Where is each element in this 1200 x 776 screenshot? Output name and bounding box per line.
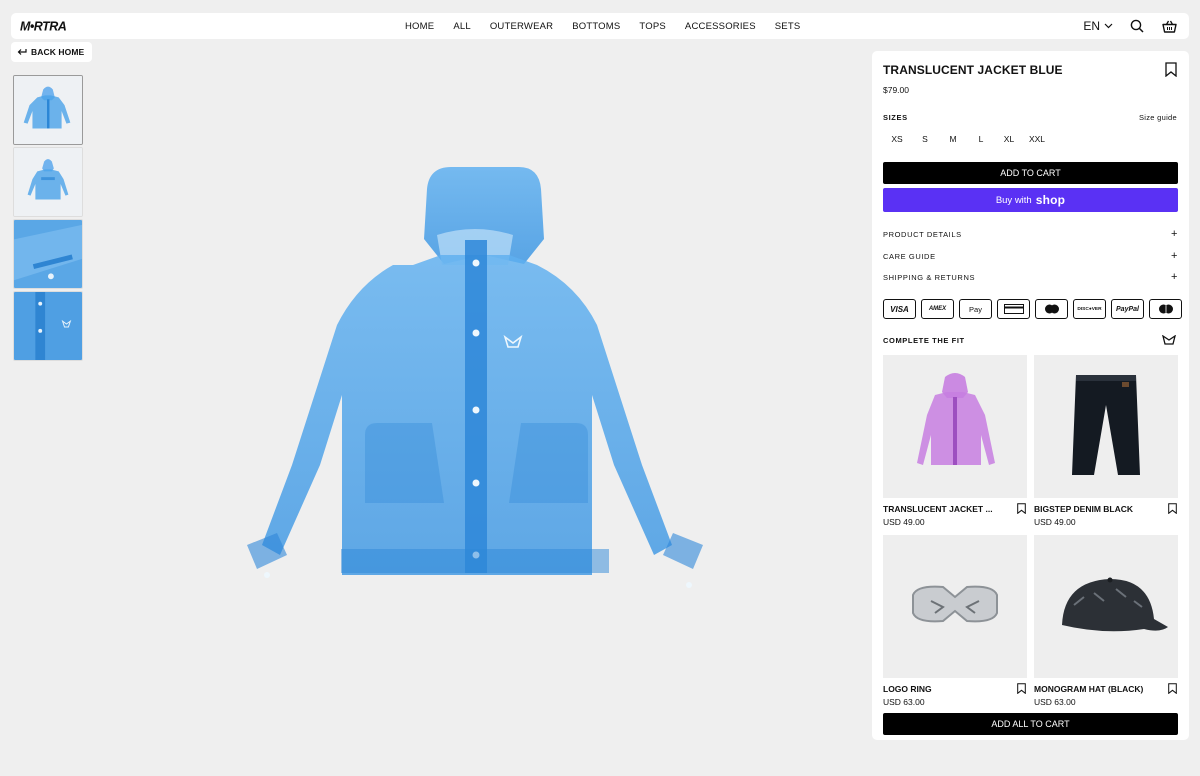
thumbnail-back[interactable] bbox=[13, 147, 83, 217]
fit-item-price: USD 63.00 bbox=[1034, 697, 1076, 707]
nav-accessories[interactable]: ACCESSORIES bbox=[685, 21, 756, 32]
plus-icon: + bbox=[1170, 250, 1178, 262]
plus-icon: + bbox=[1170, 271, 1178, 283]
thumbnail-gallery bbox=[13, 75, 83, 361]
fit-item-name: TRANSLUCENT JACKET ... bbox=[883, 504, 993, 514]
visa-icon: VISA bbox=[883, 299, 916, 319]
bookmark-icon[interactable] bbox=[1165, 62, 1177, 77]
mastercard-icon bbox=[1035, 299, 1068, 319]
fit-item-image bbox=[1034, 355, 1178, 498]
accordion-shipping-returns[interactable]: SHIPPING & RETURNS + bbox=[883, 270, 1178, 284]
accordion-product-details[interactable]: PRODUCT DETAILS + bbox=[883, 227, 1178, 241]
size-guide-link[interactable]: Size guide bbox=[1139, 113, 1177, 122]
buy-with-label: Buy with bbox=[995, 194, 1032, 206]
language-label: EN bbox=[1083, 19, 1100, 33]
accordion-care-guide[interactable]: CARE GUIDE + bbox=[883, 249, 1178, 263]
back-home-button[interactable]: BACK HOME bbox=[11, 42, 93, 62]
language-selector[interactable]: EN bbox=[1083, 19, 1113, 33]
fit-item-name: MONOGRAM HAT (BLACK) bbox=[1034, 684, 1144, 694]
fit-item-card[interactable]: BIGSTEP DENIM BLACK USD 49.00 bbox=[1034, 355, 1178, 527]
size-option-xs[interactable]: XS bbox=[883, 131, 911, 147]
maestro-icon bbox=[1149, 299, 1182, 319]
fit-item-image bbox=[883, 355, 1027, 498]
nav-sets[interactable]: SETS bbox=[775, 21, 801, 32]
product-price: $79.00 bbox=[883, 85, 909, 95]
top-header: M•RTRA HOME ALL OUTERWEAR BOTTOMS TOPS A… bbox=[11, 13, 1189, 39]
back-home-label: BACK HOME bbox=[31, 47, 85, 57]
accordion-label: CARE GUIDE bbox=[883, 251, 936, 261]
main-nav: HOME ALL OUTERWEAR BOTTOMS TOPS ACCESSOR… bbox=[405, 13, 800, 39]
back-arrow-icon bbox=[17, 49, 27, 55]
svg-text:M•RTRA: M•RTRA bbox=[20, 20, 67, 34]
bookmark-icon[interactable] bbox=[1168, 683, 1177, 694]
nav-tops[interactable]: TOPS bbox=[639, 21, 666, 32]
product-title: TRANSLUCENT JACKET BLUE bbox=[883, 63, 1063, 77]
thumbnail-cuff-detail[interactable] bbox=[13, 219, 83, 289]
fit-item-image bbox=[1034, 535, 1178, 678]
accordion-label: PRODUCT DETAILS bbox=[883, 229, 962, 239]
cart-basket-icon[interactable] bbox=[1161, 18, 1177, 34]
paypal-icon: PayPal bbox=[1111, 299, 1144, 319]
add-all-to-cart-button[interactable]: ADD ALL TO CART bbox=[883, 713, 1178, 735]
product-main-image bbox=[247, 167, 703, 588]
fit-item-card[interactable]: MONOGRAM HAT (BLACK) USD 63.00 bbox=[1034, 535, 1178, 707]
search-icon[interactable] bbox=[1129, 18, 1145, 34]
accordion-label: SHIPPING & RETURNS bbox=[883, 272, 976, 282]
size-option-xl[interactable]: XL bbox=[995, 131, 1023, 147]
size-option-l[interactable]: L bbox=[967, 131, 995, 147]
fit-item-card[interactable]: LOGO RING USD 63.00 bbox=[883, 535, 1027, 707]
payment-methods: VISA AMEX Pay DISC●VER PayPal bbox=[883, 299, 1182, 319]
bookmark-icon[interactable] bbox=[1168, 503, 1177, 514]
header-actions: EN bbox=[1083, 13, 1177, 39]
bookmark-icon[interactable] bbox=[1017, 503, 1026, 514]
brand-mark-icon bbox=[1162, 335, 1176, 345]
fit-item-name: LOGO RING bbox=[883, 684, 932, 694]
fit-item-price: USD 49.00 bbox=[883, 517, 925, 527]
size-option-xxl[interactable]: XXL bbox=[1023, 131, 1051, 147]
thumbnail-logo-detail[interactable] bbox=[13, 291, 83, 361]
size-selector: XS S M L XL XXL bbox=[883, 131, 1051, 147]
chevron-down-icon bbox=[1104, 23, 1113, 29]
sizes-label: SIZES bbox=[883, 113, 908, 122]
buy-with-shop-button[interactable]: Buy with shop bbox=[883, 188, 1178, 212]
complete-the-fit-label: COMPLETE THE FIT bbox=[883, 336, 965, 345]
plus-icon: + bbox=[1170, 228, 1178, 240]
generic-card-icon bbox=[997, 299, 1030, 319]
brand-logo[interactable]: M•RTRA bbox=[20, 19, 86, 34]
size-option-m[interactable]: M bbox=[939, 131, 967, 147]
product-panel: TRANSLUCENT JACKET BLUE $79.00 SIZES Siz… bbox=[872, 51, 1189, 740]
fit-item-card[interactable]: TRANSLUCENT JACKET ... USD 49.00 bbox=[883, 355, 1027, 527]
size-option-s[interactable]: S bbox=[911, 131, 939, 147]
fit-item-image bbox=[883, 535, 1027, 678]
nav-bottoms[interactable]: BOTTOMS bbox=[572, 21, 620, 32]
amex-icon: AMEX bbox=[921, 299, 954, 319]
thumbnail-front[interactable] bbox=[13, 75, 83, 145]
nav-home[interactable]: HOME bbox=[405, 21, 434, 32]
bookmark-icon[interactable] bbox=[1017, 683, 1026, 694]
add-to-cart-button[interactable]: ADD TO CART bbox=[883, 162, 1178, 184]
fit-item-price: USD 63.00 bbox=[883, 697, 925, 707]
nav-all[interactable]: ALL bbox=[453, 21, 471, 32]
shop-pay-logo: shop bbox=[1035, 193, 1066, 207]
apple-pay-icon: Pay bbox=[959, 299, 992, 319]
discover-icon: DISC●VER bbox=[1073, 299, 1106, 319]
fit-item-price: USD 49.00 bbox=[1034, 517, 1076, 527]
fit-item-name: BIGSTEP DENIM BLACK bbox=[1034, 504, 1134, 514]
nav-outerwear[interactable]: OUTERWEAR bbox=[490, 21, 553, 32]
